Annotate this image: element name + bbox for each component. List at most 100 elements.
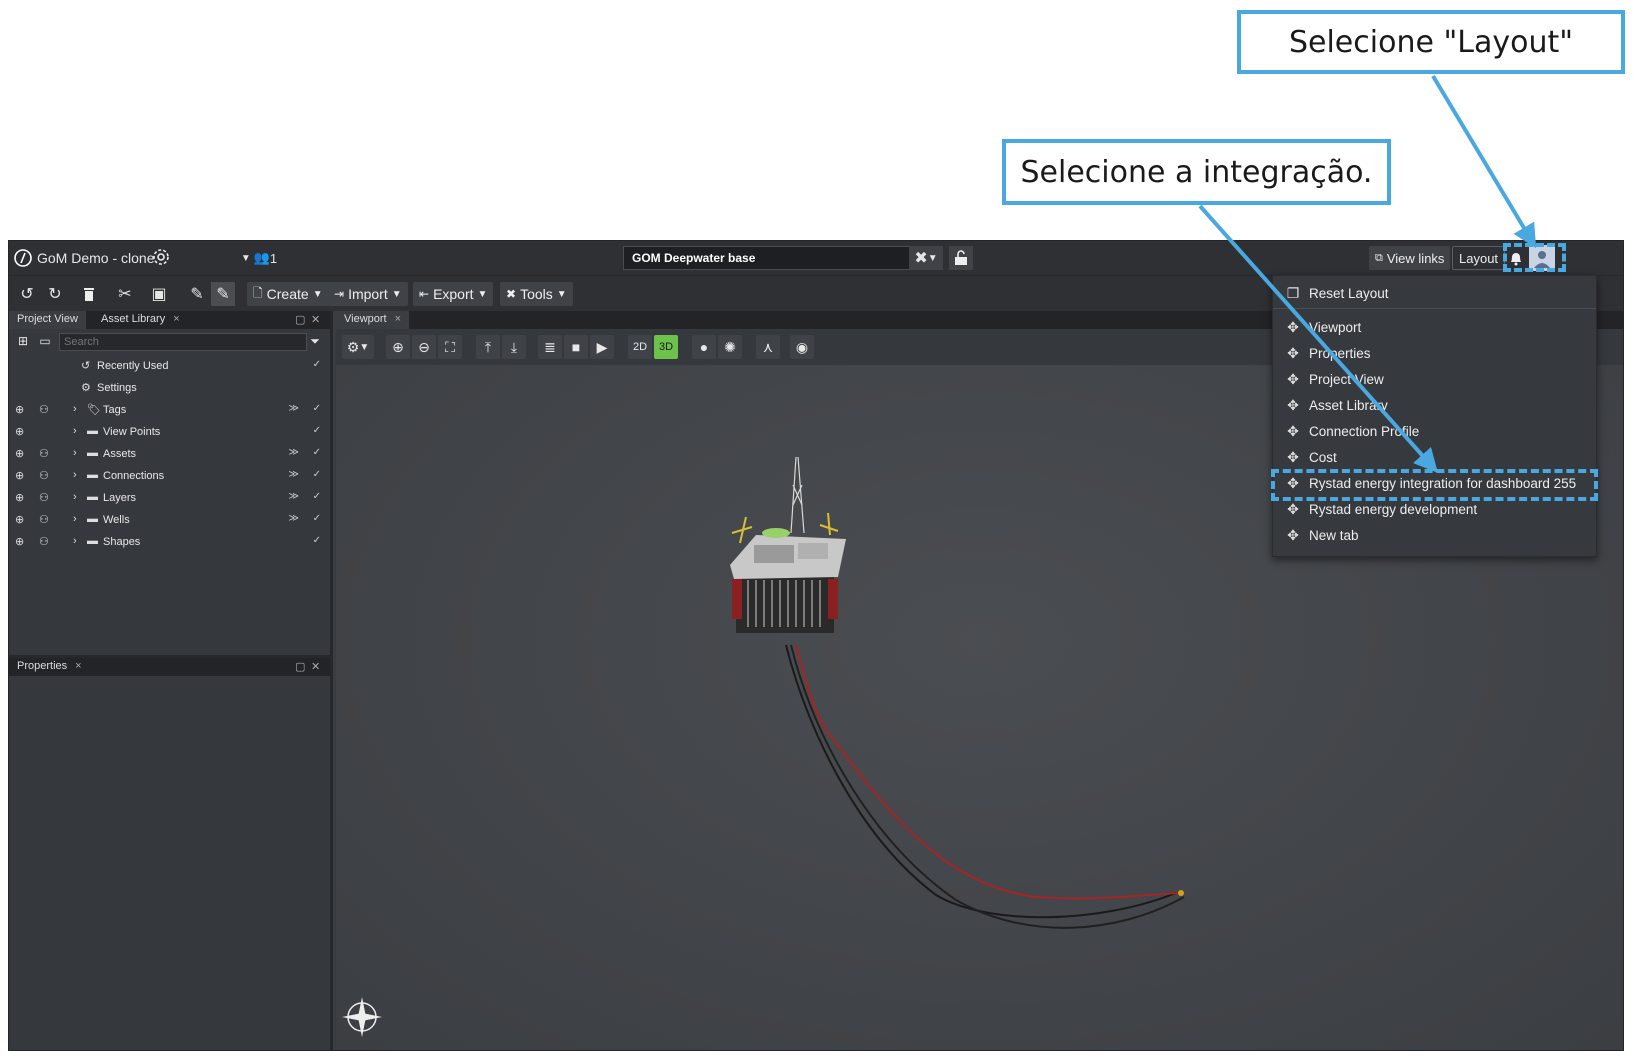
layout-button[interactable]: Layout — [1452, 246, 1506, 270]
tree-item[interactable]: ↺ Recently Used ✓ — [9, 355, 327, 377]
chevron-right-icon[interactable]: › — [73, 491, 77, 503]
scissors-icon[interactable]: ✂ — [113, 282, 137, 306]
chevron-right-icon[interactable]: › — [73, 403, 77, 415]
raise-sea-level-icon[interactable]: ⤒ — [476, 335, 500, 359]
select-toggle-icon[interactable]: ⚇ — [39, 447, 49, 460]
document-name-field[interactable]: GOM Deepwater base — [623, 246, 943, 270]
pencil-icon[interactable]: ✎ — [185, 282, 209, 306]
users-dropdown[interactable]: ▼ 👥 1 — [237, 246, 281, 270]
checkmark-icon[interactable]: ✓ — [313, 535, 321, 546]
close-icon[interactable]: ✕ — [311, 313, 320, 326]
tree-item[interactable]: ⊕ ⚇ › ▬ Layers ≫ ✓ — [9, 487, 327, 509]
checkmark-icon[interactable]: ✓ — [313, 447, 321, 458]
chevron-right-icon[interactable]: › — [73, 513, 77, 525]
chevron-right-icon[interactable]: › — [73, 425, 77, 437]
menu-item-panel[interactable]: ✥ Asset Library — [1273, 392, 1596, 418]
select-toggle-icon[interactable]: ⚇ — [39, 513, 49, 526]
tree-item[interactable]: ⊕ ⚇ › ▬ Shapes ✓ — [9, 531, 327, 553]
light-sphere-icon[interactable]: ● — [692, 335, 716, 359]
maximize-icon[interactable]: ▢ — [295, 660, 305, 673]
mode-3d-button[interactable]: 3D — [654, 335, 678, 359]
search-input[interactable] — [59, 333, 307, 351]
checkmark-icon[interactable]: ✓ — [313, 425, 321, 436]
tree-item[interactable]: ⊕ ⚇ › 🏷 Tags ≫ ✓ — [9, 399, 327, 421]
tab-properties[interactable]: Properties × — [9, 658, 90, 676]
menu-item-panel[interactable]: ✥ Connection Profile — [1273, 418, 1596, 444]
select-toggle-icon[interactable]: ⚇ — [39, 535, 49, 548]
visibility-toggle-icon[interactable]: ⊕ — [15, 403, 24, 416]
trash-icon[interactable] — [77, 282, 101, 306]
export-menu-button[interactable]: ⇤ Export ▼ — [413, 282, 494, 306]
visibility-toggle-icon[interactable]: ⊕ — [15, 425, 24, 438]
app-logo-icon[interactable] — [11, 246, 35, 270]
visibility-toggle-icon[interactable]: ⊕ — [15, 491, 24, 504]
tree-item[interactable]: ⊕ › ▬ View Points ✓ — [9, 421, 327, 443]
expand-all-icon[interactable]: ≫ — [289, 513, 299, 524]
close-icon[interactable]: × — [75, 660, 81, 672]
panel-splitter[interactable] — [9, 655, 330, 658]
undo-icon[interactable]: ↺ — [15, 282, 39, 306]
viewport-settings-gear-icon[interactable]: ⚙ ▼ — [342, 335, 374, 359]
menu-item-panel[interactable]: ✥ Properties — [1273, 340, 1596, 366]
menu-item-panel[interactable]: ✥ New tab — [1273, 522, 1596, 548]
chevron-right-icon[interactable]: › — [73, 535, 77, 547]
view-links-button[interactable]: ⧉ View links — [1369, 246, 1451, 270]
measure-icon[interactable]: ⋏ — [756, 335, 780, 359]
fit-view-icon[interactable]: ⛶ — [438, 335, 462, 359]
menu-item-panel[interactable]: ✥ Project View — [1273, 366, 1596, 392]
menu-item-reset-layout[interactable]: ❐ Reset Layout — [1273, 280, 1596, 306]
chevron-right-icon[interactable]: › — [73, 469, 77, 481]
frame-select-icon[interactable]: ▣ — [147, 282, 171, 306]
tab-asset-library[interactable]: Asset Library × — [93, 311, 188, 329]
expand-all-icon[interactable]: ≫ — [289, 469, 299, 480]
layers-icon[interactable]: ≣ — [538, 335, 562, 359]
pencil-alt-icon[interactable]: ✎ — [211, 282, 235, 306]
zoom-out-icon[interactable]: ⊖ — [412, 335, 436, 359]
sun-icon[interactable]: ✺ — [718, 335, 742, 359]
menu-item-panel[interactable]: ✥ Viewport — [1273, 314, 1596, 340]
visibility-toggle-icon[interactable]: ⊕ — [15, 469, 24, 482]
checkmark-icon[interactable]: ✓ — [313, 403, 321, 414]
chevron-right-icon[interactable]: › — [73, 447, 77, 459]
unlock-icon[interactable] — [949, 246, 973, 270]
checkmark-icon[interactable]: ✓ — [313, 491, 321, 502]
visibility-toggle-icon[interactable]: ⊕ — [15, 447, 24, 460]
filter-icon[interactable]: ⏷ — [305, 331, 325, 351]
close-icon[interactable]: ✕ — [311, 660, 320, 673]
tree-item[interactable]: ⊕ ⚇ › ▬ Assets ≫ ✓ — [9, 443, 327, 465]
zoom-in-icon[interactable]: ⊕ — [386, 335, 410, 359]
menu-item-panel[interactable]: ✥ Cost — [1273, 444, 1596, 470]
project-settings-gear-icon[interactable] — [149, 245, 173, 269]
tree-item[interactable]: ⊕ ⚇ › ▬ Connections ≫ ✓ — [9, 465, 327, 487]
checkmark-icon[interactable]: ✓ — [313, 359, 321, 370]
checkmark-icon[interactable]: ✓ — [313, 469, 321, 480]
create-menu-button[interactable]: 🗋 Create ▼ — [247, 282, 329, 306]
import-menu-button[interactable]: ⇥ Import ▼ — [328, 282, 408, 306]
tree-item[interactable]: ⚙ Settings — [9, 377, 327, 399]
mode-2d-button[interactable]: 2D — [628, 335, 652, 359]
maximize-icon[interactable]: ▢ — [295, 313, 305, 326]
folder-view-icon[interactable]: ▭ — [35, 331, 55, 351]
stop-record-icon[interactable]: ◉ — [790, 335, 814, 359]
select-toggle-icon[interactable]: ⚇ — [39, 403, 49, 416]
checkmark-icon[interactable]: ✓ — [313, 513, 321, 524]
expand-all-icon[interactable]: ≫ — [289, 491, 299, 502]
expand-all-icon[interactable]: ≫ — [289, 447, 299, 458]
redo-icon[interactable]: ↻ — [43, 282, 67, 306]
select-toggle-icon[interactable]: ⚇ — [39, 491, 49, 504]
visibility-toggle-icon[interactable]: ⊕ — [15, 535, 24, 548]
play-icon[interactable]: ▶ — [590, 335, 614, 359]
tab-viewport[interactable]: Viewport × — [336, 311, 410, 329]
visibility-toggle-icon[interactable]: ⊕ — [15, 513, 24, 526]
tab-project-view[interactable]: Project View — [9, 311, 86, 329]
tools-menu-button[interactable]: ✖ Tools ▼ — [500, 282, 573, 306]
camera-icon[interactable]: ■ — [564, 335, 588, 359]
tree-item[interactable]: ⊕ ⚇ › ▬ Wells ≫ ✓ — [9, 509, 327, 531]
tools-dropdown-button[interactable]: ✖ ▼ — [909, 246, 943, 270]
compass-icon[interactable] — [342, 997, 382, 1037]
close-icon[interactable]: × — [173, 313, 179, 325]
lower-sea-level-icon[interactable]: ⤓ — [502, 335, 526, 359]
expand-all-icon[interactable]: ≫ — [289, 403, 299, 414]
tree-view-icon[interactable]: ⊞ — [13, 331, 33, 351]
select-toggle-icon[interactable]: ⚇ — [39, 469, 49, 482]
